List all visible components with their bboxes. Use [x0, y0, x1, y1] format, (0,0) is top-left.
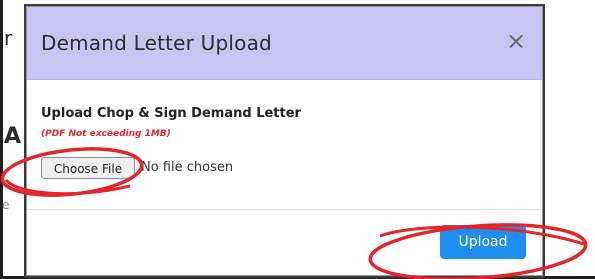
file-size-hint: (PDF Not exceeding 1MB)	[41, 129, 171, 139]
background-text-fragment: e	[2, 198, 10, 212]
dialog-header: Demand Letter Upload ×	[27, 7, 542, 80]
background-text-fragment: r	[4, 26, 13, 50]
upload-field-label: Upload Chop & Sign Demand Letter	[41, 106, 301, 121]
file-status-text: No file chosen	[141, 160, 234, 175]
dialog-title: Demand Letter Upload	[41, 31, 272, 55]
demand-letter-upload-dialog: Demand Letter Upload × Upload Chop & Sig…	[26, 6, 543, 276]
background-text-fragment: A	[4, 124, 22, 149]
footer-divider	[27, 209, 542, 210]
choose-file-button[interactable]: Choose File	[41, 157, 135, 179]
close-icon: ×	[505, 27, 527, 55]
upload-button[interactable]: Upload	[440, 225, 526, 259]
close-button[interactable]: ×	[502, 27, 530, 55]
background-page-edge	[0, 0, 3, 279]
